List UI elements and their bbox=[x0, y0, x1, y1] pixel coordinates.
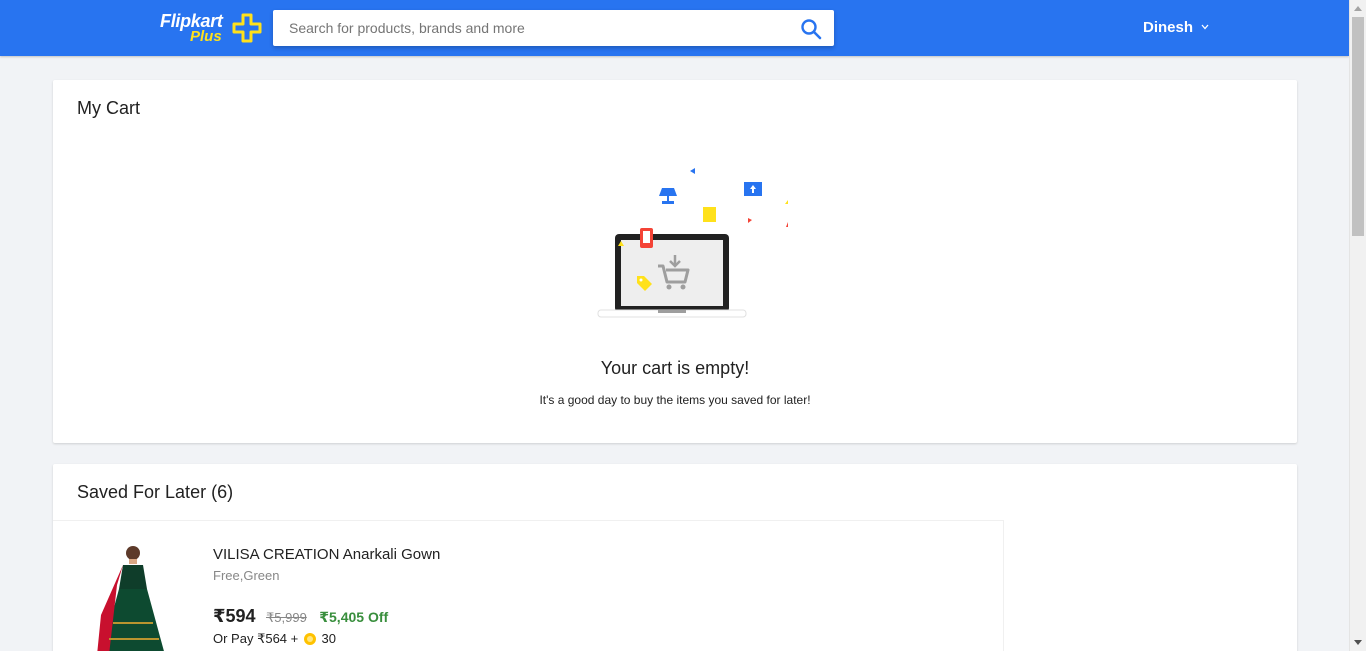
product-name-link[interactable]: VILISA CREATION Anarkali Gown bbox=[213, 546, 440, 563]
product-variant: Free,Green bbox=[213, 568, 280, 583]
search-input[interactable] bbox=[289, 10, 789, 46]
saved-for-later-card: Saved For Later (6) VILISA CREATION Anar… bbox=[53, 464, 1297, 651]
page-scrollbar[interactable] bbox=[1349, 0, 1366, 651]
book-icon bbox=[703, 207, 716, 222]
empty-cart-illustration bbox=[597, 168, 788, 318]
logo-plus-text: Plus bbox=[190, 28, 222, 45]
scroll-down-arrow-icon[interactable] bbox=[1354, 640, 1362, 645]
selling-price: ₹594 bbox=[213, 606, 256, 626]
supercoin-icon bbox=[303, 633, 316, 645]
triangle-decor bbox=[785, 200, 788, 204]
my-cart-card: My Cart Your cart is empty! It's a good … bbox=[53, 80, 1297, 443]
coin-amount: 30 bbox=[321, 631, 336, 646]
tshirt-icon bbox=[786, 222, 788, 227]
scroll-thumb[interactable] bbox=[1352, 17, 1364, 236]
chevron-down-icon bbox=[1201, 24, 1209, 30]
saved-item: VILISA CREATION Anarkali Gown Free,Green… bbox=[53, 520, 1004, 651]
top-header: Flipkart Plus Dinesh bbox=[0, 0, 1349, 56]
discount-amount: ₹5,405 Off bbox=[319, 609, 389, 625]
search-icon[interactable] bbox=[800, 18, 822, 40]
tv-icon bbox=[744, 182, 762, 196]
supercoin-pay-option: Or Pay ₹564 + 30 bbox=[213, 631, 336, 647]
scroll-up-arrow-icon[interactable] bbox=[1354, 6, 1362, 11]
or-pay-text: Or Pay ₹564 + bbox=[213, 631, 299, 646]
saved-for-later-title: Saved For Later (6) bbox=[77, 482, 234, 502]
flipkart-plus-logo[interactable]: Flipkart Plus bbox=[160, 11, 264, 47]
empty-cart-title: Your cart is empty! bbox=[600, 358, 750, 378]
price-row: ₹594 ₹5,999 ₹5,405 Off bbox=[213, 606, 388, 627]
empty-cart-subtitle: It's a good day to buy the items you sav… bbox=[539, 393, 811, 407]
lamp-icon bbox=[659, 188, 677, 204]
product-image[interactable] bbox=[93, 543, 173, 651]
laptop-icon bbox=[597, 234, 747, 318]
triangle-decor bbox=[748, 218, 752, 223]
cart-title: My Cart bbox=[77, 98, 140, 118]
user-name: Dinesh bbox=[1143, 19, 1194, 36]
user-menu[interactable]: Dinesh bbox=[1143, 19, 1209, 36]
phone-icon bbox=[640, 228, 653, 248]
original-price: ₹5,999 bbox=[266, 610, 307, 625]
search-bar bbox=[273, 10, 834, 46]
triangle-decor bbox=[690, 168, 695, 174]
plus-icon bbox=[232, 13, 262, 43]
